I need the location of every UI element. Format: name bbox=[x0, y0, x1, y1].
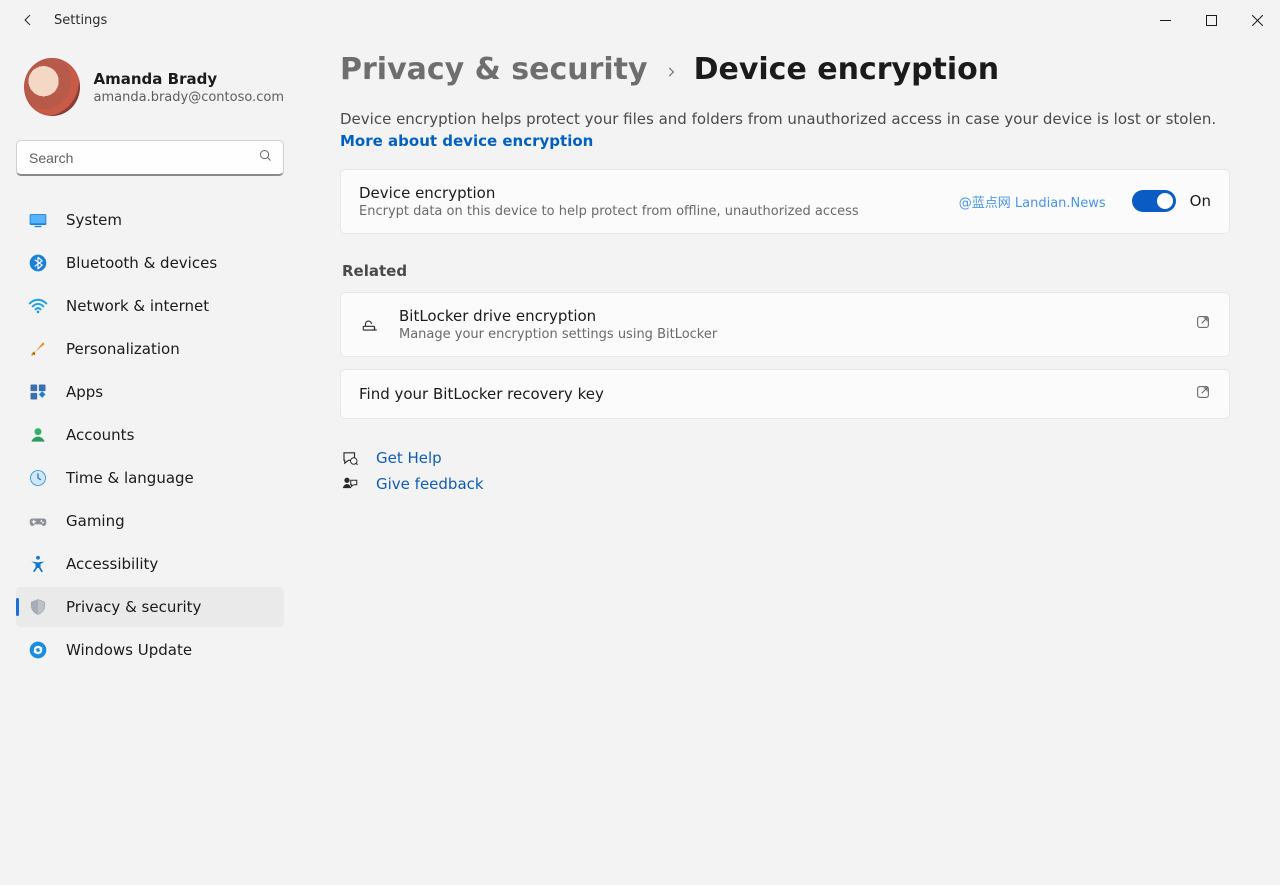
intro-text: Device encryption helps protect your fil… bbox=[340, 109, 1230, 153]
close-button[interactable] bbox=[1234, 0, 1280, 40]
recovery-key-card[interactable]: Find your BitLocker recovery key bbox=[340, 369, 1230, 419]
help-icon bbox=[340, 449, 360, 467]
intro-more-link[interactable]: More about device encryption bbox=[340, 132, 593, 150]
give-feedback-link[interactable]: Give feedback bbox=[376, 475, 484, 493]
open-external-icon bbox=[1195, 384, 1211, 404]
sidebar-item-system[interactable]: System bbox=[16, 200, 284, 240]
sidebar-item-personalization[interactable]: Personalization bbox=[16, 329, 284, 369]
avatar bbox=[24, 58, 80, 116]
brush-icon bbox=[28, 339, 48, 359]
accessibility-icon bbox=[28, 554, 48, 574]
device-encryption-toggle-label: On bbox=[1190, 192, 1211, 210]
sidebar-item-label: Accessibility bbox=[66, 555, 158, 573]
clock-globe-icon bbox=[28, 468, 48, 488]
sidebar-item-network[interactable]: Network & internet bbox=[16, 286, 284, 326]
window-controls bbox=[1142, 0, 1280, 40]
title-bar: Settings bbox=[0, 0, 1280, 40]
sidebar-nav: System Bluetooth & devices Network & int… bbox=[16, 200, 284, 670]
sidebar-item-apps[interactable]: Apps bbox=[16, 372, 284, 412]
sidebar: Amanda Brady amanda.brady@contoso.com Sy… bbox=[0, 40, 300, 885]
window-title: Settings bbox=[54, 13, 107, 28]
device-encryption-card: Device encryption Encrypt data on this d… bbox=[340, 169, 1230, 234]
minimize-button[interactable] bbox=[1142, 0, 1188, 40]
bitlocker-title: BitLocker drive encryption bbox=[399, 307, 1177, 325]
sidebar-item-label: Accounts bbox=[66, 426, 134, 444]
sidebar-item-time-language[interactable]: Time & language bbox=[16, 458, 284, 498]
gaming-icon bbox=[28, 511, 48, 531]
give-feedback-row[interactable]: Give feedback bbox=[340, 475, 1230, 493]
help-links: Get Help Give feedback bbox=[340, 449, 1230, 493]
sidebar-item-label: Network & internet bbox=[66, 297, 209, 315]
shield-icon bbox=[28, 597, 48, 617]
related-section-label: Related bbox=[342, 262, 1230, 280]
breadcrumb-current: Device encryption bbox=[694, 52, 1000, 87]
recovery-key-title: Find your BitLocker recovery key bbox=[359, 385, 1177, 403]
bitlocker-card[interactable]: BitLocker drive encryption Manage your e… bbox=[340, 292, 1230, 357]
sidebar-item-label: System bbox=[66, 211, 122, 229]
sidebar-item-accessibility[interactable]: Accessibility bbox=[16, 544, 284, 584]
get-help-link[interactable]: Get Help bbox=[376, 449, 442, 467]
update-icon bbox=[28, 640, 48, 660]
wifi-icon bbox=[28, 296, 48, 316]
main-content: Privacy & security Device encryption Dev… bbox=[300, 40, 1280, 885]
sidebar-item-windows-update[interactable]: Windows Update bbox=[16, 630, 284, 670]
back-button[interactable] bbox=[10, 2, 46, 38]
breadcrumb-parent[interactable]: Privacy & security bbox=[340, 52, 648, 87]
system-icon bbox=[28, 210, 48, 230]
sidebar-item-label: Personalization bbox=[66, 340, 180, 358]
profile-email: amanda.brady@contoso.com bbox=[94, 90, 284, 105]
sidebar-item-label: Gaming bbox=[66, 512, 125, 530]
search-input[interactable] bbox=[29, 150, 258, 166]
sidebar-item-label: Bluetooth & devices bbox=[66, 254, 217, 272]
feedback-icon bbox=[340, 475, 360, 493]
search-box[interactable] bbox=[16, 140, 284, 176]
sidebar-item-privacy-security[interactable]: Privacy & security bbox=[16, 587, 284, 627]
bitlocker-subtitle: Manage your encryption settings using Bi… bbox=[399, 327, 1177, 342]
maximize-button[interactable] bbox=[1188, 0, 1234, 40]
sidebar-item-bluetooth[interactable]: Bluetooth & devices bbox=[16, 243, 284, 283]
sidebar-item-label: Windows Update bbox=[66, 641, 192, 659]
watermark-text: @蓝点网 Landian.News bbox=[959, 192, 1106, 211]
accounts-icon bbox=[28, 425, 48, 445]
profile-name: Amanda Brady bbox=[94, 70, 284, 88]
open-external-icon bbox=[1195, 314, 1211, 334]
breadcrumb: Privacy & security Device encryption bbox=[340, 52, 1230, 87]
get-help-row[interactable]: Get Help bbox=[340, 449, 1230, 467]
sidebar-item-label: Time & language bbox=[66, 469, 194, 487]
sidebar-item-label: Privacy & security bbox=[66, 598, 201, 616]
sidebar-item-accounts[interactable]: Accounts bbox=[16, 415, 284, 455]
chevron-right-icon bbox=[664, 65, 678, 83]
device-encryption-subtitle: Encrypt data on this device to help prot… bbox=[359, 204, 941, 219]
device-encryption-toggle-group: On bbox=[1132, 190, 1211, 212]
apps-icon bbox=[28, 382, 48, 402]
device-encryption-title: Device encryption bbox=[359, 184, 941, 202]
profile-block[interactable]: Amanda Brady amanda.brady@contoso.com bbox=[24, 58, 284, 116]
bluetooth-icon bbox=[28, 253, 48, 273]
sidebar-item-gaming[interactable]: Gaming bbox=[16, 501, 284, 541]
lock-drive-icon bbox=[359, 315, 381, 333]
device-encryption-toggle[interactable] bbox=[1132, 190, 1176, 212]
search-icon bbox=[258, 148, 273, 167]
sidebar-item-label: Apps bbox=[66, 383, 103, 401]
